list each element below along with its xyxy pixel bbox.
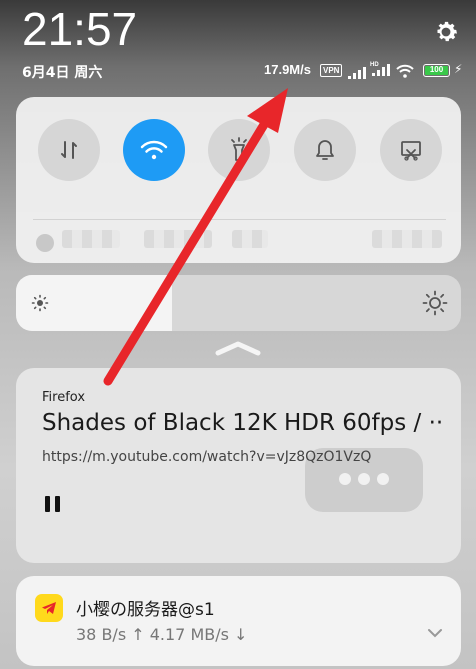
brightness-low-icon xyxy=(31,294,49,316)
wifi-icon xyxy=(140,140,168,160)
media-app-name: Firefox xyxy=(42,390,86,405)
wifi-status-icon xyxy=(396,63,414,82)
data-transfer-icon xyxy=(61,141,77,159)
brightness-high-icon xyxy=(422,290,448,320)
vpn-badge: VPN xyxy=(320,64,343,77)
notification-card[interactable] xyxy=(16,576,461,666)
battery-icon: 100 xyxy=(423,64,450,77)
screenshot-icon xyxy=(401,141,421,161)
blurred-text xyxy=(372,230,442,248)
notification-toggle[interactable] xyxy=(294,119,356,181)
media-title: Shades of Black 12K HDR 60fps / ·· xyxy=(42,410,444,436)
hd-label: HD xyxy=(370,62,379,68)
chevron-up-icon xyxy=(215,341,261,356)
signal-icon xyxy=(348,64,366,83)
media-url: https://m.youtube.com/watch?v=vJz8QzO1Vz… xyxy=(42,449,372,465)
battery-level: 100 xyxy=(429,65,444,74)
network-speed: 17.9M/s xyxy=(264,62,311,77)
flashlight-toggle[interactable] xyxy=(208,119,270,181)
mobile-data-toggle[interactable] xyxy=(38,119,100,181)
chevron-down-icon[interactable] xyxy=(427,624,443,643)
blurred-text xyxy=(144,230,212,248)
telegram-icon xyxy=(35,594,63,622)
pause-button[interactable] xyxy=(44,496,62,514)
brightness-slider[interactable] xyxy=(16,275,461,331)
divider xyxy=(33,219,446,220)
blurred-text xyxy=(232,230,268,248)
notification-title: 小樱の服务器@s1 xyxy=(76,600,215,620)
flashlight-icon xyxy=(231,137,247,161)
gear-icon[interactable] xyxy=(432,18,460,46)
bell-icon xyxy=(316,140,334,160)
signal-hd-icon: HD xyxy=(370,61,392,80)
clock: 21:57 xyxy=(22,3,138,55)
collapse-handle[interactable] xyxy=(214,339,262,361)
date-label: 6月4日 周六 xyxy=(22,65,103,81)
charging-icon: ⚡ xyxy=(454,62,463,76)
pause-icon xyxy=(45,496,50,512)
notification-stats: 38 B/s ↑ 4.17 MB/s ↓ xyxy=(76,625,248,644)
screenshot-toggle[interactable] xyxy=(380,119,442,181)
blurred-text xyxy=(62,230,120,248)
mini-indicator xyxy=(36,234,54,252)
wifi-toggle[interactable] xyxy=(123,119,185,181)
